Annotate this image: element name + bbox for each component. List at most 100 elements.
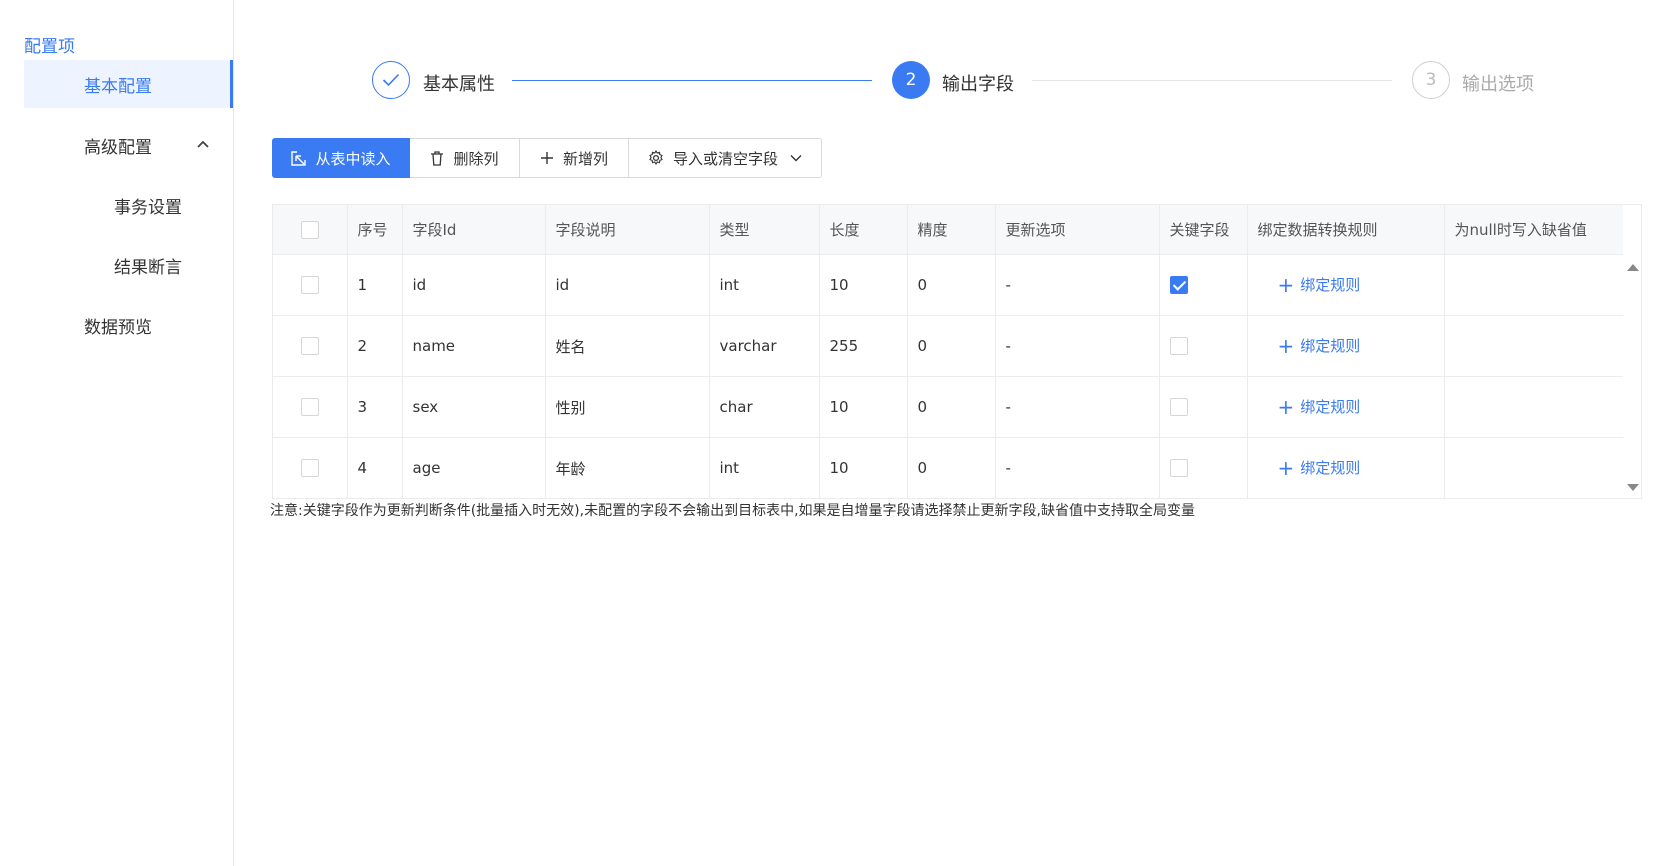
row-select-cell bbox=[273, 437, 348, 498]
scroll-down-arrow-icon[interactable] bbox=[1627, 484, 1639, 491]
sidebar-item-advanced-config[interactable]: 高级配置 bbox=[24, 121, 233, 169]
bind-rule-link[interactable]: + 绑定规则 bbox=[1258, 395, 1361, 419]
cell-no: 3 bbox=[347, 376, 403, 438]
cell-length: 10 bbox=[819, 254, 908, 316]
bind-rule-label: 绑定规则 bbox=[1300, 459, 1361, 477]
table-note: 注意:关键字段作为更新判断条件(批量插入时无效),未配置的字段不会输出到目标表中… bbox=[270, 503, 1195, 519]
key-field-checkbox[interactable] bbox=[1169, 276, 1188, 295]
cell-default-value[interactable] bbox=[1444, 315, 1623, 377]
column-header: 长度 bbox=[819, 205, 908, 255]
read-from-table-label: 从表中读入 bbox=[315, 149, 391, 168]
row-select-checkbox[interactable] bbox=[300, 276, 319, 295]
step-finished-check-icon bbox=[372, 61, 410, 99]
table-row: 3 sex 性别 char 10 0- + 绑定规则 bbox=[273, 376, 1623, 438]
scroll-up-arrow-icon[interactable] bbox=[1627, 264, 1639, 271]
cell-key-field bbox=[1159, 437, 1248, 498]
cell-description: 性别 bbox=[545, 376, 710, 438]
sidebar-item-label: 结果断言 bbox=[114, 257, 182, 278]
sidebar: 配置项 基本配置 高级配置 事务设置 结果断言 数据预览 bbox=[0, 0, 234, 866]
add-column-button[interactable]: 新增列 bbox=[520, 138, 629, 178]
table-header-row: 序号 字段Id 字段说明 类型 长度 精度 更新选项 关键字段 绑定数据转换规则… bbox=[273, 205, 1623, 255]
cell-description: id bbox=[545, 254, 710, 316]
chevron-up-icon bbox=[197, 136, 209, 152]
cell-description: 姓名 bbox=[545, 315, 710, 377]
plus-icon: + bbox=[1277, 334, 1295, 358]
read-from-table-button[interactable]: 从表中读入 bbox=[272, 138, 410, 178]
bind-rule-link[interactable]: + 绑定规则 bbox=[1258, 273, 1361, 297]
step-connector bbox=[1032, 80, 1392, 81]
row-select-checkbox[interactable] bbox=[300, 398, 319, 417]
cell-type: int bbox=[709, 437, 820, 498]
delete-column-button[interactable]: 删除列 bbox=[410, 138, 520, 178]
cell-update-option: - bbox=[995, 376, 1160, 438]
column-header: 序号 bbox=[347, 205, 403, 255]
cell-type: varchar bbox=[709, 315, 820, 377]
select-all-checkbox[interactable] bbox=[300, 220, 319, 239]
cell-update-option: - bbox=[995, 315, 1160, 377]
cell-default-value[interactable] bbox=[1444, 376, 1623, 438]
cell-field-id: name bbox=[402, 315, 546, 377]
bind-rule-link[interactable]: + 绑定规则 bbox=[1258, 456, 1361, 480]
cell-bind-rule: + 绑定规则 bbox=[1247, 254, 1445, 316]
row-select-checkbox[interactable] bbox=[300, 337, 319, 356]
vertical-scrollbar[interactable] bbox=[1623, 254, 1641, 499]
step-number-pending: 3 bbox=[1412, 61, 1450, 99]
cell-default-value[interactable] bbox=[1444, 254, 1623, 316]
cell-bind-rule: + 绑定规则 bbox=[1247, 437, 1445, 498]
gear-icon bbox=[648, 150, 664, 166]
plus-icon bbox=[540, 151, 554, 165]
cell-type: char bbox=[709, 376, 820, 438]
cell-default-value[interactable] bbox=[1444, 438, 1623, 499]
header-select-all bbox=[273, 205, 348, 255]
cell-precision: 0 bbox=[907, 376, 996, 438]
sidebar-item-transaction-settings[interactable]: 事务设置 bbox=[24, 181, 233, 229]
step-title-output-options: 输出选项 bbox=[1462, 74, 1534, 95]
column-header: 字段说明 bbox=[545, 205, 710, 255]
bind-rule-label: 绑定规则 bbox=[1300, 276, 1361, 294]
key-field-checkbox[interactable] bbox=[1169, 398, 1188, 417]
cell-no: 4 bbox=[347, 437, 403, 498]
key-field-checkbox[interactable] bbox=[1169, 459, 1188, 478]
import-or-clear-fields-dropdown[interactable]: 导入或清空字段 bbox=[629, 138, 822, 178]
column-header: 字段Id bbox=[402, 205, 546, 255]
cell-length: 10 bbox=[819, 437, 908, 498]
cell-field-id: sex bbox=[402, 376, 546, 438]
cell-no: 2 bbox=[347, 315, 403, 377]
plus-icon: + bbox=[1277, 395, 1295, 419]
sidebar-title: 配置项 bbox=[24, 37, 75, 57]
cell-bind-rule: + 绑定规则 bbox=[1247, 376, 1445, 438]
sidebar-item-result-assertion[interactable]: 结果断言 bbox=[24, 241, 233, 289]
bind-rule-link[interactable]: + 绑定规则 bbox=[1258, 334, 1361, 358]
column-header: 类型 bbox=[709, 205, 820, 255]
sidebar-item-data-preview[interactable]: 数据预览 bbox=[24, 301, 233, 349]
fields-table: 序号 字段Id 字段说明 类型 长度 精度 更新选项 关键字段 绑定数据转换规则… bbox=[272, 204, 1642, 499]
row-select-checkbox[interactable] bbox=[300, 459, 319, 478]
table-row: 2 name 姓名 varchar 255 0- + 绑定规则 bbox=[273, 315, 1623, 377]
sidebar-item-label: 数据预览 bbox=[84, 317, 152, 338]
step-title-output-fields: 输出字段 bbox=[942, 74, 1014, 95]
import-or-clear-label: 导入或清空字段 bbox=[672, 149, 778, 168]
step-title-basic: 基本属性 bbox=[423, 74, 495, 95]
cell-field-id: age bbox=[402, 437, 546, 498]
sidebar-item-basic-config[interactable]: 基本配置 bbox=[24, 60, 233, 108]
cell-precision: 0 bbox=[907, 254, 996, 316]
bind-rule-label: 绑定规则 bbox=[1300, 398, 1361, 416]
key-field-checkbox[interactable] bbox=[1169, 337, 1188, 356]
row-select-cell bbox=[273, 315, 348, 377]
cell-no: 1 bbox=[347, 254, 403, 316]
cell-key-field bbox=[1159, 376, 1248, 438]
cell-precision: 0 bbox=[907, 315, 996, 377]
row-select-cell bbox=[273, 254, 348, 316]
cell-description: 年龄 bbox=[545, 437, 710, 498]
cell-field-id: id bbox=[402, 254, 546, 316]
add-column-label: 新增列 bbox=[562, 149, 608, 168]
column-header: 精度 bbox=[907, 205, 996, 255]
column-header: 关键字段 bbox=[1159, 205, 1248, 255]
column-header: 更新选项 bbox=[995, 205, 1160, 255]
table-row: 4 age 年龄 int 10 0- + 绑定规则 bbox=[273, 437, 1623, 499]
step-connector bbox=[512, 80, 872, 81]
bind-rule-label: 绑定规则 bbox=[1300, 337, 1361, 355]
sidebar-item-label: 高级配置 bbox=[84, 137, 152, 158]
plus-icon: + bbox=[1277, 273, 1295, 297]
sidebar-item-label: 基本配置 bbox=[84, 76, 152, 97]
